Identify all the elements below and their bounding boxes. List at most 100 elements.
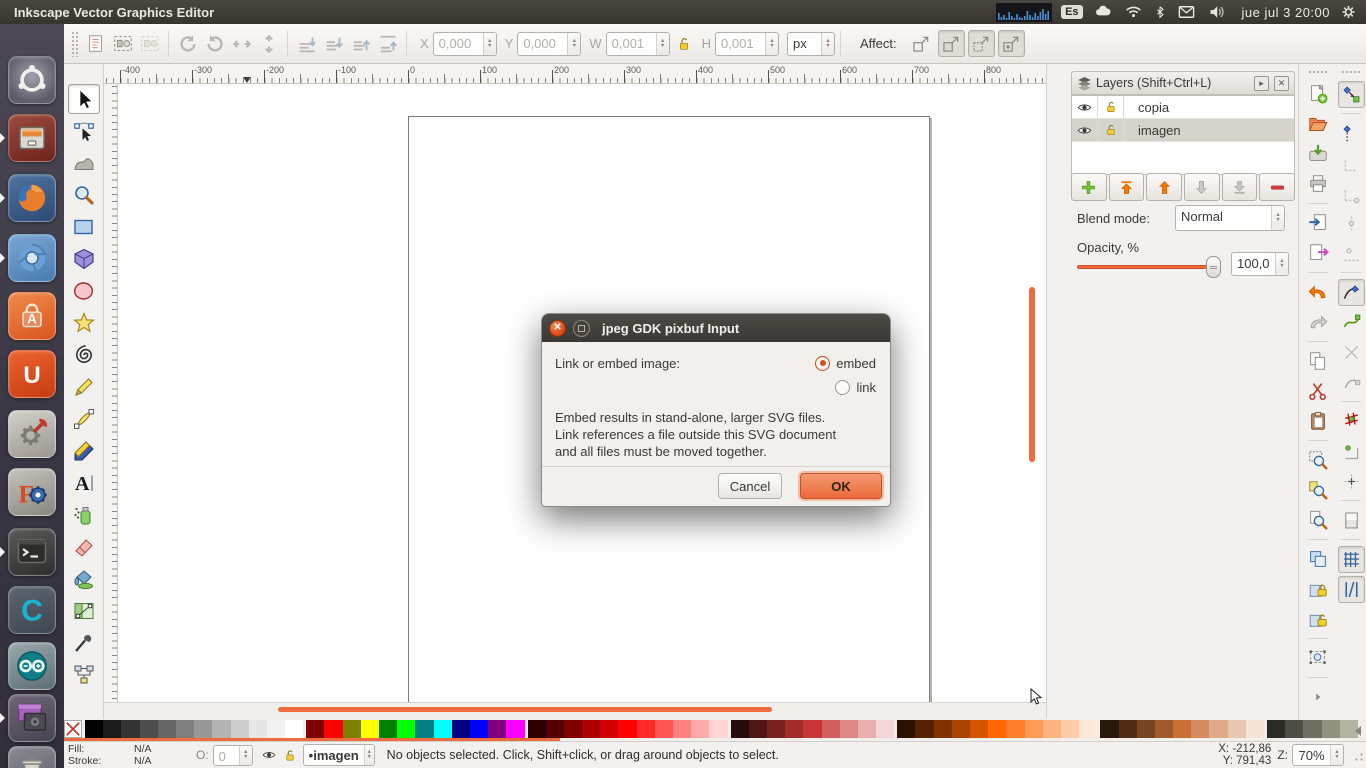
object-opacity-spinbox[interactable]: 0▲▼ <box>213 745 253 766</box>
color-swatch[interactable] <box>434 720 452 738</box>
color-swatch[interactable] <box>934 720 952 738</box>
color-swatch[interactable] <box>1079 720 1097 738</box>
color-swatch[interactable] <box>343 720 361 738</box>
radio-option-embed[interactable]: embed <box>815 354 876 372</box>
more-commands-button[interactable] <box>1305 684 1332 711</box>
color-swatch[interactable] <box>1228 720 1246 738</box>
color-swatch[interactable] <box>267 720 285 738</box>
raise-button[interactable] <box>347 30 374 57</box>
snap-smooth-nodes-button[interactable] <box>1338 369 1365 396</box>
launcher-item-freecad[interactable]: F <box>8 468 56 516</box>
tool-text[interactable]: A <box>68 468 100 498</box>
color-swatch[interactable] <box>397 720 415 738</box>
field-y[interactable]: 0,000▲▼ <box>517 32 581 56</box>
color-swatch[interactable] <box>988 720 1006 738</box>
dialog-titlebar[interactable]: ✕ jpeg GDK pixbuf Input <box>542 314 890 342</box>
wifi-icon[interactable] <box>1123 3 1144 21</box>
color-swatch[interactable] <box>470 720 488 738</box>
field-x[interactable]: 0,000▲▼ <box>433 32 497 56</box>
toolbar-grip[interactable] <box>1341 70 1361 75</box>
color-swatch[interactable] <box>822 720 840 738</box>
color-swatch[interactable] <box>1061 720 1079 738</box>
color-swatch[interactable] <box>1285 720 1303 738</box>
print-document-button[interactable] <box>1305 171 1332 198</box>
raise-top-button[interactable] <box>374 30 401 57</box>
color-swatch[interactable] <box>1246 720 1264 738</box>
zoom-selection-button[interactable] <box>1305 447 1332 474</box>
launcher-item-terminal[interactable] <box>8 528 56 576</box>
launcher-item-trash[interactable] <box>8 746 56 768</box>
tool-box-3d[interactable] <box>68 244 100 274</box>
zoom-page-button[interactable] <box>1305 507 1332 534</box>
add-layer-button[interactable] <box>1071 173 1107 201</box>
raise-layer-to-top-button[interactable] <box>1109 173 1145 201</box>
radio-embed[interactable] <box>815 356 830 371</box>
color-swatch[interactable] <box>231 720 249 738</box>
color-swatch[interactable] <box>249 720 267 738</box>
horizontal-ruler[interactable]: -400-300-200-100010020030040050060070080… <box>104 64 1046 84</box>
snap-guides-button[interactable] <box>1338 576 1365 603</box>
select-all-button[interactable] <box>109 30 136 57</box>
tool-tweak[interactable] <box>68 148 100 178</box>
paste-button[interactable] <box>1305 408 1332 435</box>
color-swatch[interactable] <box>618 720 636 738</box>
opacity-spinbox[interactable]: 100,0▲▼ <box>1231 252 1289 276</box>
horizontal-scrollbar[interactable] <box>278 707 772 712</box>
launcher-item-c-app[interactable]: C <box>8 586 56 634</box>
affect-transform-corners-button[interactable] <box>998 30 1025 57</box>
delete-layer-button[interactable] <box>1259 173 1295 201</box>
color-swatch[interactable] <box>212 720 230 738</box>
launcher-item-arduino[interactable] <box>8 642 56 690</box>
launcher-item-chromium[interactable] <box>8 234 56 282</box>
color-swatch[interactable] <box>858 720 876 738</box>
import-image-button[interactable] <box>1305 210 1332 237</box>
lock-object-button[interactable] <box>1305 576 1332 603</box>
radio-link[interactable] <box>835 380 850 395</box>
launcher-item-system-settings[interactable] <box>8 410 56 458</box>
tool-star[interactable] <box>68 308 100 338</box>
open-document-button[interactable] <box>1305 111 1332 138</box>
mail-icon[interactable] <box>1176 3 1197 21</box>
tool-paint-bucket[interactable] <box>68 564 100 594</box>
color-swatch[interactable] <box>415 720 433 738</box>
color-swatch[interactable] <box>1209 720 1227 738</box>
opacity-slider[interactable] <box>1077 263 1219 271</box>
color-swatch[interactable] <box>546 720 564 738</box>
color-swatch[interactable] <box>1322 720 1340 738</box>
color-swatch[interactable] <box>637 720 655 738</box>
color-swatch[interactable] <box>158 720 176 738</box>
color-swatch[interactable] <box>379 720 397 738</box>
layer-lock-icon[interactable] <box>283 748 297 763</box>
color-swatch[interactable] <box>691 720 709 738</box>
color-swatch[interactable] <box>767 720 785 738</box>
tool-gradient[interactable] <box>68 596 100 626</box>
affect-move-button[interactable] <box>908 30 935 57</box>
volume-icon[interactable] <box>1206 3 1227 21</box>
save-document-button[interactable] <box>1305 141 1332 168</box>
color-swatch[interactable] <box>655 720 673 738</box>
color-swatch[interactable] <box>1119 720 1137 738</box>
layer-row-copia[interactable]: copia <box>1072 96 1294 119</box>
color-swatch[interactable] <box>1137 720 1155 738</box>
tool-bezier-pen[interactable] <box>68 404 100 434</box>
color-swatch[interactable] <box>915 720 933 738</box>
color-swatch[interactable] <box>1173 720 1191 738</box>
snap-nodes-button[interactable] <box>1338 279 1365 306</box>
cancel-button[interactable]: Cancel <box>718 473 782 499</box>
snap-bbox-corners-button[interactable] <box>1338 180 1365 207</box>
session-gear-icon[interactable] <box>1339 3 1358 21</box>
layer-lock-cell[interactable] <box>1098 119 1124 141</box>
field-w[interactable]: 0,001▲▼ <box>606 32 670 56</box>
color-swatch[interactable] <box>709 720 727 738</box>
resize-grip[interactable] <box>1350 748 1364 762</box>
flip-horizontal-button[interactable] <box>228 30 255 57</box>
color-swatch[interactable] <box>176 720 194 738</box>
layer-visibility-icon[interactable] <box>261 748 277 762</box>
affect-transform-patterns-button[interactable] <box>968 30 995 57</box>
color-swatch[interactable] <box>361 720 379 738</box>
color-swatch[interactable] <box>600 720 618 738</box>
color-swatch[interactable] <box>970 720 988 738</box>
tool-rectangle[interactable] <box>68 212 100 242</box>
color-swatch[interactable] <box>731 720 749 738</box>
tool-pencil[interactable] <box>68 372 100 402</box>
